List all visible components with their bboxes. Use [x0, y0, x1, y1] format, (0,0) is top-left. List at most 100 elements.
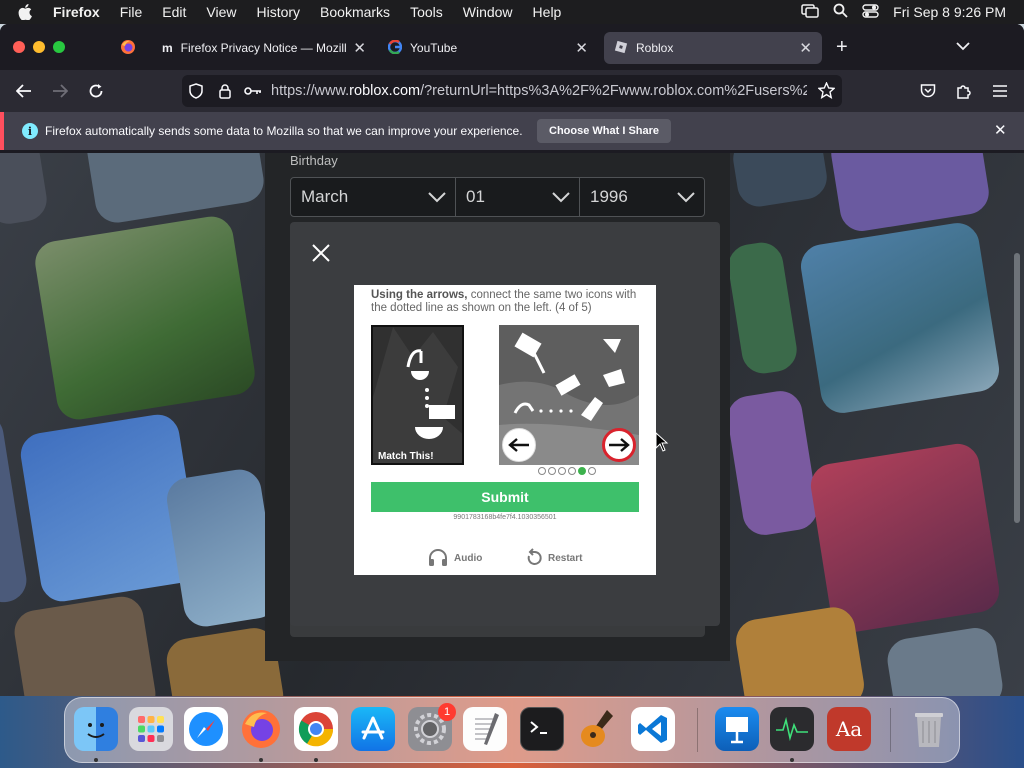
finder-icon[interactable]	[74, 707, 118, 751]
list-all-tabs-chevron-icon[interactable]	[956, 38, 970, 56]
running-indicator	[790, 758, 794, 762]
tab-pinned-firefox[interactable]	[110, 32, 146, 64]
dock-separator	[697, 708, 698, 752]
nav-toolbar: https://www.roblox.com/?returnUrl=https%…	[0, 70, 1024, 112]
mouse-cursor-icon	[655, 432, 669, 452]
menu-file[interactable]: File	[110, 0, 153, 24]
trash-icon[interactable]	[907, 707, 951, 751]
window-controls	[0, 41, 110, 53]
menu-bookmarks[interactable]: Bookmarks	[310, 0, 400, 24]
birthday-label: Birthday	[290, 153, 338, 168]
safari-icon[interactable]	[184, 707, 228, 751]
menu-view[interactable]: View	[196, 0, 246, 24]
captcha-puzzle-image	[499, 325, 639, 465]
launchpad-icon[interactable]	[129, 707, 173, 751]
page-scrollbar[interactable]	[1014, 253, 1020, 523]
notification-message: Firefox automatically sends some data to…	[45, 124, 523, 138]
spotlight-search-icon[interactable]	[833, 3, 848, 21]
tab-title: Firefox Privacy Notice — Mozilla	[180, 41, 348, 55]
minimize-window-button[interactable]	[33, 41, 45, 53]
system-settings-icon[interactable]: 1	[408, 703, 456, 751]
captcha-challenge: Using the arrows, connect the same two i…	[354, 285, 656, 575]
mozilla-m-icon: m	[162, 41, 173, 55]
menu-help[interactable]: Help	[523, 0, 572, 24]
forward-button-icon[interactable]	[49, 80, 71, 102]
captcha-progress-dots	[538, 467, 596, 475]
birthday-month-select[interactable]: March	[290, 177, 456, 217]
background-game-thumbnail	[884, 624, 1006, 696]
url-bar[interactable]: https://www.roblox.com/?returnUrl=https%…	[182, 75, 842, 107]
chrome-icon[interactable]	[294, 707, 338, 751]
tab-youtube[interactable]: YouTube ✕	[378, 32, 598, 64]
keynote-icon[interactable]	[715, 707, 759, 751]
google-g-icon	[387, 39, 403, 57]
close-notification-icon[interactable]: ✕	[994, 121, 1007, 139]
close-tab-icon[interactable]: ✕	[575, 39, 588, 57]
year-value: 1996	[590, 187, 628, 206]
reload-icon[interactable]	[85, 80, 107, 102]
day-value: 01	[466, 187, 485, 206]
bookmark-star-icon[interactable]	[817, 81, 836, 103]
background-game-thumbnail	[0, 153, 50, 227]
textedit-icon[interactable]	[463, 707, 507, 751]
info-icon: i	[22, 123, 38, 139]
background-game-thumbnail	[730, 153, 830, 210]
choose-what-i-share-button[interactable]: Choose What I Share	[537, 119, 672, 143]
arrow-left-button[interactable]	[502, 428, 536, 462]
activity-monitor-icon[interactable]	[770, 707, 814, 751]
close-tab-icon[interactable]: ✕	[799, 39, 812, 57]
lock-icon[interactable]	[219, 83, 231, 103]
apple-menu-icon[interactable]	[0, 4, 50, 20]
chevron-down-icon	[551, 187, 571, 212]
back-button-icon[interactable]	[13, 80, 35, 102]
vscode-icon[interactable]	[631, 707, 675, 751]
match-this-label: Match This!	[378, 451, 434, 462]
dictionary-icon[interactable]: Aa	[827, 707, 871, 751]
tab-title: YouTube	[410, 41, 458, 55]
tracking-protection-shield-icon[interactable]	[189, 83, 203, 103]
control-center-icon[interactable]	[862, 3, 879, 21]
tab-roblox[interactable]: Roblox ✕	[604, 32, 822, 64]
menu-app-name[interactable]: Firefox	[50, 0, 110, 24]
close-icon[interactable]	[311, 243, 331, 263]
birthday-day-select[interactable]: 01	[455, 177, 580, 217]
background-game-thumbnail	[732, 604, 868, 696]
month-value: March	[301, 187, 349, 206]
close-window-button[interactable]	[13, 41, 25, 53]
dock: 1 Aa	[64, 697, 960, 763]
url-text[interactable]: https://www.roblox.com/?returnUrl=https%…	[271, 83, 807, 99]
pocket-icon[interactable]	[917, 80, 939, 102]
roblox-icon	[614, 40, 628, 57]
birthday-year-select[interactable]: 1996	[579, 177, 705, 217]
menu-window[interactable]: Window	[453, 0, 523, 24]
new-tab-button[interactable]: +	[836, 36, 848, 59]
permissions-key-icon[interactable]	[244, 85, 262, 101]
arrow-right-button[interactable]	[602, 428, 636, 462]
hamburger-menu-icon[interactable]	[989, 80, 1011, 102]
terminal-icon[interactable]	[520, 707, 564, 751]
captcha-instructions: Using the arrows, connect the same two i…	[371, 289, 637, 314]
menu-bar: Firefox File Edit View History Bookmarks…	[0, 0, 1024, 24]
background-game-thumbnail	[828, 153, 992, 235]
garageband-icon[interactable]	[575, 707, 619, 751]
menubar-clock[interactable]: Fri Sep 8 9:26 PM	[893, 4, 1006, 20]
menu-history[interactable]: History	[246, 0, 310, 24]
close-tab-icon[interactable]: ✕	[353, 39, 366, 57]
app-store-icon[interactable]	[351, 707, 395, 751]
background-game-thumbnail	[797, 219, 1003, 417]
audio-challenge-button[interactable]: Audio	[428, 548, 482, 569]
screen-mirroring-icon[interactable]	[801, 3, 819, 21]
extensions-puzzle-icon[interactable]	[953, 80, 975, 102]
background-game-thumbnail	[32, 213, 258, 423]
firefox-dock-icon[interactable]	[239, 707, 283, 751]
submit-button[interactable]: Submit	[371, 482, 639, 512]
menu-tools[interactable]: Tools	[400, 0, 453, 24]
tab-title: Roblox	[636, 41, 674, 55]
page-viewport: Birthday March 01 1996 Using the arrows,…	[0, 153, 1024, 696]
menu-edit[interactable]: Edit	[152, 0, 196, 24]
tab-strip: m Firefox Privacy Notice — Mozilla ✕ You…	[0, 24, 1024, 70]
fullscreen-window-button[interactable]	[53, 41, 65, 53]
dock-separator	[890, 708, 891, 752]
restart-challenge-button[interactable]: Restart	[526, 548, 582, 569]
tab-privacy-notice[interactable]: m Firefox Privacy Notice — Mozilla ✕	[152, 32, 376, 64]
